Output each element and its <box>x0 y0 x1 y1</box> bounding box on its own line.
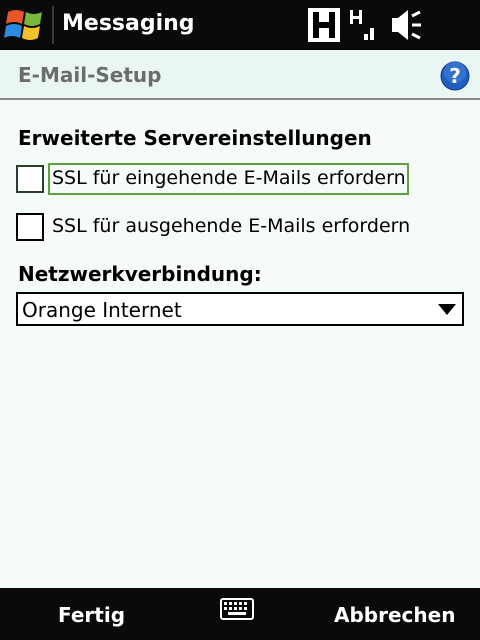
keyboard-icon[interactable] <box>220 598 254 620</box>
h-data-icon[interactable] <box>308 8 340 42</box>
done-softkey[interactable]: Fertig <box>58 603 125 627</box>
dropdown-arrow-icon[interactable] <box>438 304 456 315</box>
incoming-ssl-label[interactable]: SSL für eingehende E-Mails erfordern <box>52 167 406 189</box>
network-connection-label: Netzwerkverbindung: <box>18 262 262 286</box>
softkey-bar: Fertig Abbrechen <box>0 588 480 640</box>
page-title: E-Mail-Setup <box>18 63 162 87</box>
svg-text:?: ? <box>449 64 461 88</box>
incoming-ssl-checkbox[interactable] <box>16 165 44 193</box>
title-separator <box>52 6 54 44</box>
outgoing-ssl-checkbox[interactable] <box>16 213 44 241</box>
page-header: E-Mail-Setup ? <box>0 50 480 100</box>
app-title[interactable]: Messaging <box>62 11 195 36</box>
outgoing-ssl-label[interactable]: SSL für ausgehende E-Mails erfordern <box>52 215 410 237</box>
section-title: Erweiterte Servereinstellungen <box>18 126 372 150</box>
network-connection-dropdown[interactable]: Orange Internet <box>16 292 464 326</box>
help-icon[interactable]: ? <box>440 61 470 91</box>
windows-flag-icon[interactable] <box>4 6 50 44</box>
signal-icon[interactable] <box>350 8 376 42</box>
cancel-softkey[interactable]: Abbrechen <box>334 603 455 627</box>
speaker-muted-icon[interactable] <box>392 8 422 42</box>
title-bar: Messaging <box>0 0 480 50</box>
network-connection-value: Orange Internet <box>22 298 182 322</box>
